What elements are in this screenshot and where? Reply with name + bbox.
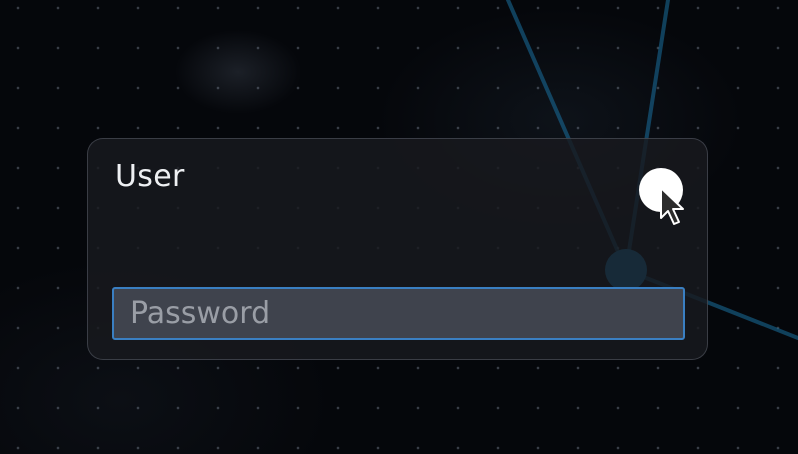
- login-card: User: [87, 138, 708, 360]
- username-label: User: [115, 159, 185, 194]
- password-input[interactable]: [112, 287, 685, 340]
- user-avatar-icon[interactable]: [639, 168, 683, 212]
- login-screen: User: [0, 0, 798, 454]
